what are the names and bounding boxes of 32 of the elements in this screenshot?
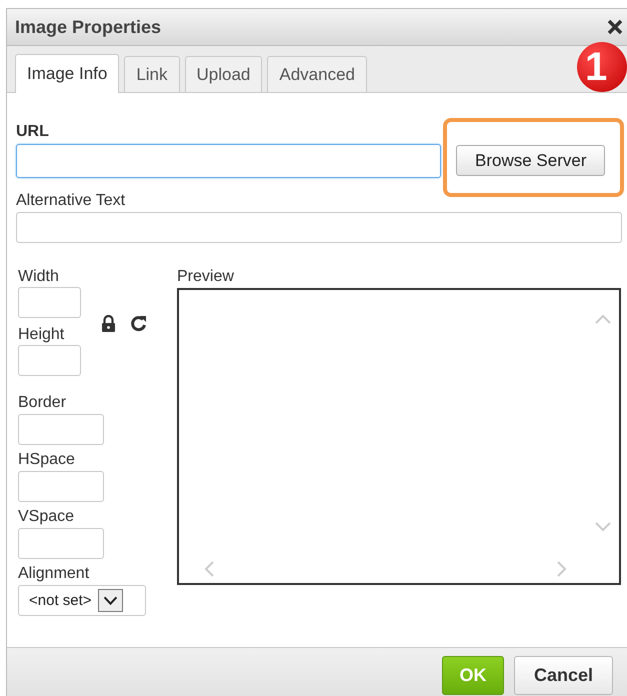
tab[interactable]: Advanced (267, 56, 368, 92)
field-label: Preview (177, 268, 235, 286)
input-field[interactable] (18, 414, 104, 445)
scroll-down-icon[interactable] (595, 522, 611, 532)
tab[interactable]: Upload (184, 56, 262, 92)
field-label: Height (18, 326, 66, 344)
cancel-button[interactable]: Cancel (514, 656, 613, 695)
field-label: Border (18, 394, 68, 412)
window-title: Image Properties (15, 16, 162, 38)
field-label: HSpace (18, 451, 76, 469)
url-field[interactable] (16, 144, 441, 178)
input-field[interactable] (16, 212, 622, 243)
field-label: Alternative Text (16, 192, 126, 210)
input-field[interactable] (18, 287, 81, 318)
field-label: VSpace (18, 508, 76, 526)
scroll-up-icon[interactable] (595, 314, 611, 324)
tab[interactable]: Image Info (15, 54, 120, 93)
field-label: Width (18, 268, 60, 286)
input-field[interactable] (18, 528, 104, 559)
alignment-select[interactable]: <not set> (18, 585, 146, 616)
refresh-icon[interactable] (130, 314, 147, 332)
browse-server-button[interactable]: Browse Server (456, 145, 606, 176)
input-field[interactable] (18, 345, 81, 376)
input-field[interactable] (18, 471, 104, 502)
lock-icon[interactable] (101, 314, 116, 332)
caret-icon (98, 589, 123, 612)
field-label: URL (16, 123, 50, 141)
tab[interactable]: Link (124, 56, 180, 92)
close-icon[interactable] (607, 19, 623, 35)
field-label: Alignment (18, 565, 90, 583)
scroll-left-icon[interactable] (204, 561, 214, 577)
scroll-right-icon[interactable] (557, 561, 567, 577)
